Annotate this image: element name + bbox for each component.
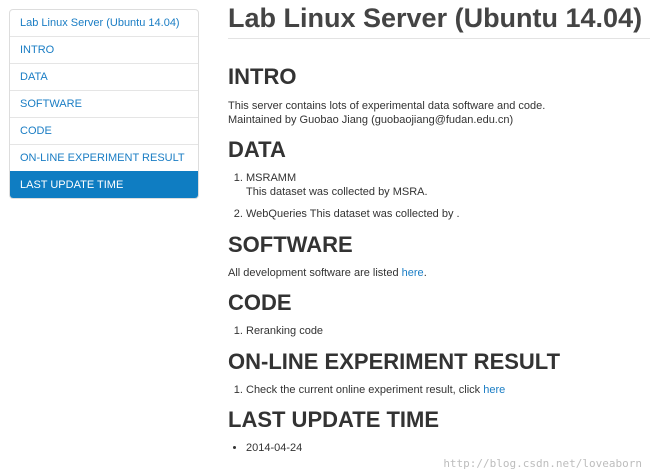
software-text-suffix: . (423, 267, 427, 279)
online-result-here-link[interactable]: here (483, 384, 505, 396)
online-result-list: Check the current online experiment resu… (228, 383, 560, 397)
section-software: SOFTWARE All development software are li… (228, 232, 427, 280)
sidebar-item-data[interactable]: DATA (10, 63, 198, 90)
sidebar-item-intro[interactable]: INTRO (10, 36, 198, 63)
last-update-list: 2014-04-24 (228, 441, 439, 455)
dataset-description: This dataset was collected by MSRA. (246, 186, 428, 198)
software-here-link[interactable]: here (402, 267, 424, 279)
watermark: http://blog.csdn.net/loveaborn (443, 457, 642, 470)
sidebar-item-last-update[interactable]: LAST UPDATE TIME (10, 171, 198, 198)
sidebar-item-software[interactable]: SOFTWARE (10, 90, 198, 117)
section-intro: INTRO This server contains lots of exper… (228, 64, 545, 127)
section-heading-data: DATA (228, 137, 286, 162)
section-heading-code: CODE (228, 290, 292, 315)
last-update-date: 2014-04-24 (246, 441, 439, 455)
sidebar-item-online-result[interactable]: ON-LINE EXPERIMENT RESULT (10, 144, 198, 171)
list-item: Check the current online experiment resu… (246, 383, 560, 397)
main-content: Lab Linux Server (Ubuntu 14.04) INTRO Th… (228, 0, 650, 454)
code-list: Reranking code (228, 324, 323, 338)
section-code: CODE Reranking code (228, 290, 323, 338)
section-heading-intro: INTRO (228, 64, 297, 89)
page-title: Lab Linux Server (Ubuntu 14.04) (228, 0, 650, 39)
software-text-prefix: All development software are listed (228, 267, 402, 279)
list-item: Reranking code (246, 324, 323, 338)
list-item: MSRAMM This dataset was collected by MSR… (246, 171, 460, 199)
section-heading-software: SOFTWARE (228, 232, 353, 257)
sidebar-nav: Lab Linux Server (Ubuntu 14.04) INTRO DA… (9, 9, 199, 199)
section-data: DATA MSRAMM This dataset was collected b… (228, 137, 460, 221)
sidebar-item-title[interactable]: Lab Linux Server (Ubuntu 14.04) (10, 10, 198, 36)
dataset-name: MSRAMM (246, 172, 297, 184)
software-text: All development software are listed here… (228, 266, 427, 280)
data-list: MSRAMM This dataset was collected by MSR… (228, 171, 460, 221)
sidebar-item-code[interactable]: CODE (10, 117, 198, 144)
intro-line-1: This server contains lots of experimenta… (228, 100, 546, 112)
intro-text: This server contains lots of experimenta… (228, 99, 545, 127)
intro-line-2: Maintained by Guobao Jiang (guobaojiang@… (228, 114, 514, 126)
online-result-text: Check the current online experiment resu… (246, 384, 484, 396)
section-heading-last-update: LAST UPDATE TIME (228, 407, 440, 432)
list-item: WebQueries This dataset was collected by… (246, 207, 460, 221)
section-online-result: ON-LINE EXPERIMENT RESULT Check the curr… (228, 349, 560, 397)
section-last-update: LAST UPDATE TIME 2014-04-24 (228, 407, 439, 455)
section-heading-online-result: ON-LINE EXPERIMENT RESULT (228, 349, 561, 374)
